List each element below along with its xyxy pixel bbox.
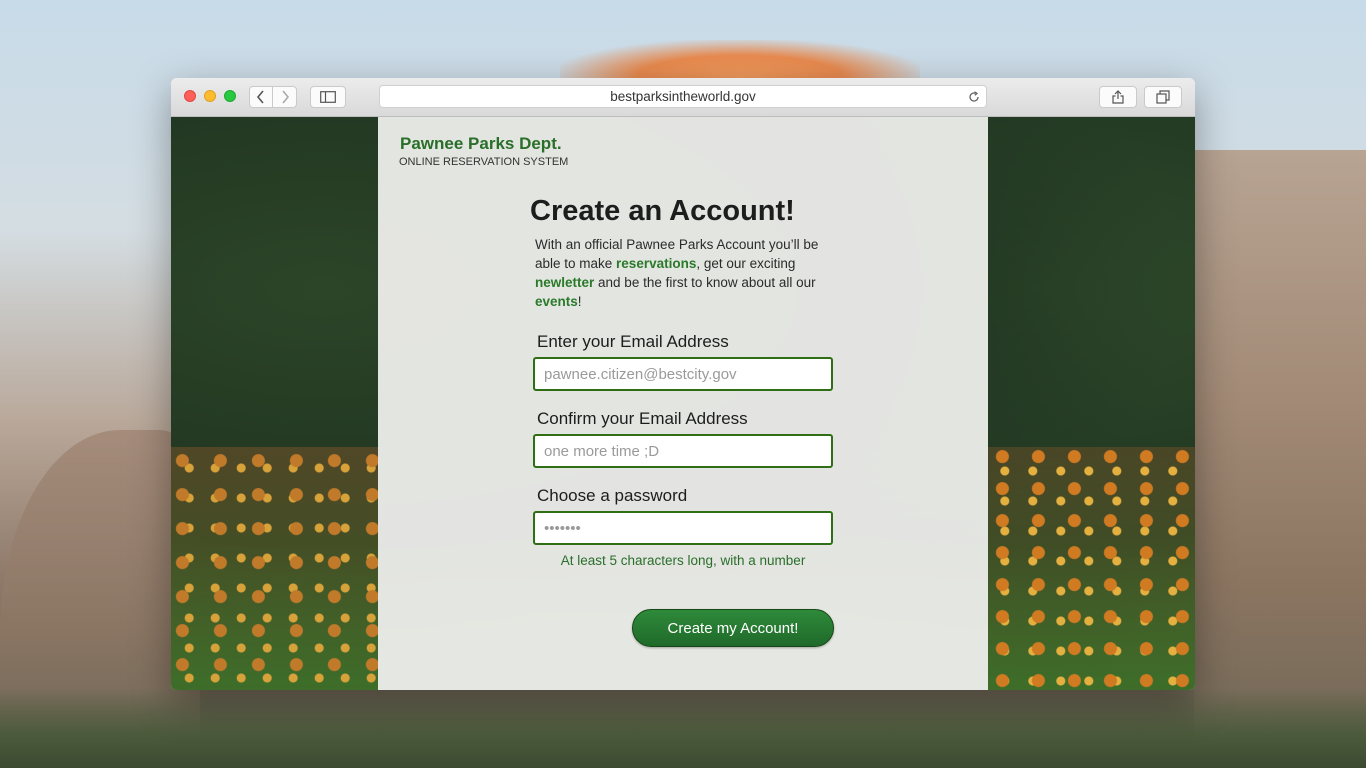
browser-toolbar: bestparksintheworld.gov [171,78,1195,117]
email-label: Enter your Email Address [537,332,729,351]
share-icon [1112,90,1124,104]
email-field[interactable] [533,357,833,391]
wallpaper-rock-right [1194,150,1366,768]
share-button[interactable] [1099,86,1137,108]
chevron-right-icon [281,90,289,104]
background-leaves-left [171,447,378,690]
browser-window: bestparksintheworld.gov Pawnee Parks Dep… [171,78,1195,690]
events-link[interactable]: events [535,294,578,309]
password-field[interactable] [533,511,833,545]
signup-panel: Pawnee Parks Dept. ONLINE RESERVATION SY… [378,117,988,690]
password-label: Choose a password [537,486,688,505]
maximize-window-button[interactable] [224,90,236,102]
close-window-button[interactable] [184,90,196,102]
reservations-link[interactable]: reservations [616,256,696,271]
tabs-icon [1156,90,1170,104]
confirm-email-label: Confirm your Email Address [537,409,748,428]
password-hint: At least 5 characters long, with a numbe… [560,553,806,568]
intro-part-2: , get our exciting [696,256,796,271]
forward-button[interactable] [273,86,297,108]
intro-text: With an official Pawnee Parks Account yo… [535,235,835,311]
brand-title[interactable]: Pawnee Parks Dept. [400,134,562,154]
newsletter-link[interactable]: newletter [535,275,594,290]
brand-subtitle: ONLINE RESERVATION SYSTEM [399,156,569,168]
chevron-left-icon [256,90,264,104]
sidebar-toggle-button[interactable] [310,86,346,108]
create-account-button[interactable]: Create my Account! [632,609,834,647]
background-leaves-right [988,447,1195,690]
page-viewport: Pawnee Parks Dept. ONLINE RESERVATION SY… [171,117,1195,690]
reload-icon [968,90,979,102]
intro-part-4: ! [577,294,582,309]
back-button[interactable] [249,86,273,108]
wallpaper-trees [0,688,1366,768]
confirm-email-field[interactable] [533,434,833,468]
minimize-window-button[interactable] [204,90,216,102]
page-title: Create an Account! [530,195,795,227]
reload-button[interactable] [965,88,982,105]
sidebar-icon [320,91,336,103]
intro-part-3: and be the first to know about all our [594,275,816,290]
tab-overview-button[interactable] [1144,86,1182,108]
url-text: bestparksintheworld.gov [610,89,756,104]
address-bar[interactable]: bestparksintheworld.gov [379,85,987,108]
